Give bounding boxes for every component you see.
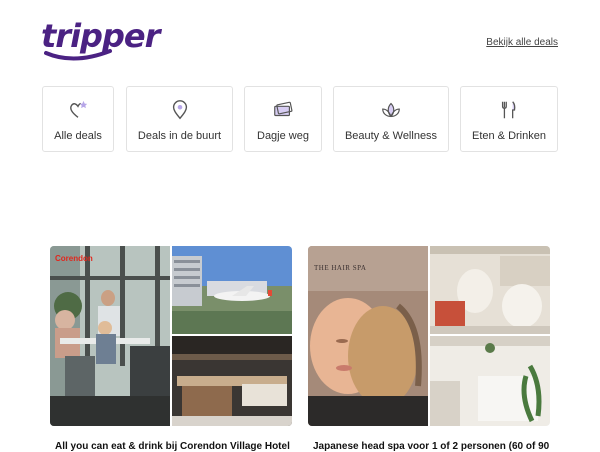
- view-all-deals-link[interactable]: Bekijk alle deals: [486, 37, 558, 48]
- deal-photo-hotel: [172, 246, 292, 334]
- lotus-icon: [382, 102, 400, 118]
- deal-photo-lounge: [430, 246, 550, 334]
- deal-photo-head-spa: THE HAIR SPA: [308, 246, 428, 426]
- fork-knife-icon: [501, 101, 516, 119]
- deal-card-hair-spa[interactable]: THE HAIR SPA: [308, 246, 550, 426]
- deal-photo-restaurant: Corendon: [50, 246, 170, 426]
- category-beauty-wellness[interactable]: Beauty & Wellness: [333, 86, 449, 152]
- logo-swoosh-icon: [44, 49, 112, 61]
- deal-title[interactable]: All you can eat & drink bij Corendon Vil…: [55, 441, 295, 452]
- deal-photo-spa-room: [430, 336, 550, 426]
- deal-photo-buffet: [172, 336, 292, 426]
- deal-title[interactable]: Japanese head spa voor 1 of 2 personen (…: [313, 441, 553, 452]
- category-label: Eten & Drinken: [472, 130, 546, 142]
- heart-star-icon: [70, 100, 88, 118]
- category-label: Dagje weg: [257, 130, 309, 142]
- hair-spa-brand-mark: THE HAIR SPA: [314, 264, 367, 272]
- corendon-brand-mark: Corendon: [55, 254, 93, 263]
- category-deals-nearby[interactable]: Deals in de buurt: [126, 86, 233, 152]
- tickets-icon: [274, 101, 293, 117]
- category-label: Beauty & Wellness: [344, 130, 438, 142]
- category-day-out[interactable]: Dagje weg: [244, 86, 322, 152]
- map-pin-icon: [172, 100, 187, 120]
- category-all-deals[interactable]: Alle deals: [42, 86, 114, 152]
- restaurant-illustration: [50, 246, 170, 426]
- category-label: Deals in de buurt: [137, 130, 222, 142]
- category-label: Alle deals: [54, 130, 102, 142]
- deal-card-corendon[interactable]: Corendon: [50, 246, 292, 426]
- category-food-drinks[interactable]: Eten & Drinken: [460, 86, 558, 152]
